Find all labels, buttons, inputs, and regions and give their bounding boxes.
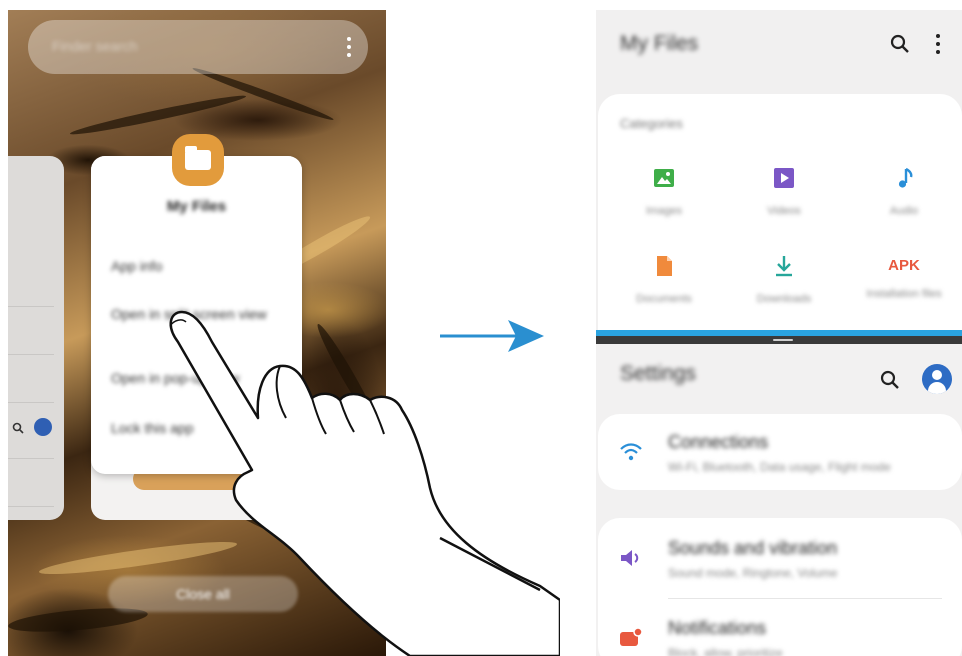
settings-window: Settings Connections Wi-Fi, Bluetooth, D… xyxy=(596,344,962,656)
search-icon[interactable] xyxy=(890,34,910,54)
row-divider xyxy=(8,506,54,507)
connections-card: Connections Wi-Fi, Bluetooth, Data usage… xyxy=(598,414,962,490)
speaker-icon xyxy=(621,550,639,566)
apk-icon: APK xyxy=(888,257,920,274)
row-divider xyxy=(668,598,942,599)
category-label: Audio xyxy=(889,205,919,217)
recent-apps-screen: Finder search My Files App info Open in … xyxy=(8,10,386,656)
row-divider xyxy=(8,354,54,355)
stage: Finder search My Files App info Open in … xyxy=(0,0,962,656)
folder-icon[interactable] xyxy=(172,134,224,186)
category-label: Downloads xyxy=(756,293,812,305)
popup-title: My Files xyxy=(166,198,227,215)
categories-header: Categories xyxy=(620,116,683,131)
previous-app-card[interactable] xyxy=(8,156,64,520)
document-icon xyxy=(657,256,672,276)
row-divider xyxy=(8,402,54,403)
more-options-icon[interactable] xyxy=(346,37,352,57)
category-videos[interactable]: Videos xyxy=(724,166,844,217)
category-audio[interactable]: Audio xyxy=(844,166,962,217)
music-note-icon xyxy=(898,167,913,188)
row-divider xyxy=(8,306,54,307)
wallpaper-streak xyxy=(68,91,248,139)
my-files-window: My Files Categories Images Videos Audio … xyxy=(596,10,962,332)
split-divider[interactable] xyxy=(596,336,962,344)
category-downloads[interactable]: Downloads xyxy=(724,254,844,305)
sounds-notifications-card: Sounds and vibration Sound mode, Rington… xyxy=(598,518,962,656)
category-label: Installation files xyxy=(866,288,942,300)
split-screen-view: My Files Categories Images Videos Audio … xyxy=(596,10,962,656)
category-documents[interactable]: Documents xyxy=(604,254,724,305)
video-icon xyxy=(774,168,794,188)
row-subtitle: Block, allow, prioritize xyxy=(668,646,783,656)
divider-handle[interactable] xyxy=(773,339,793,341)
avatar-icon xyxy=(34,418,52,436)
category-label: Images xyxy=(645,205,683,217)
finder-search-bar[interactable]: Finder search xyxy=(28,20,368,74)
menu-item-lock-app[interactable]: Lock this app xyxy=(111,418,281,438)
avatar-icon[interactable] xyxy=(922,364,952,394)
menu-item-open-split-screen[interactable]: Open in split screen view xyxy=(111,304,281,324)
row-title: Notifications xyxy=(668,618,767,638)
row-title: Connections xyxy=(668,432,769,452)
image-icon xyxy=(654,169,674,187)
row-subtitle: Sound mode, Ringtone, Volume xyxy=(668,566,838,580)
notification-icon xyxy=(620,627,643,646)
transition-arrow-icon xyxy=(440,320,544,352)
row-subtitle: Wi-Fi, Bluetooth, Data usage, Flight mod… xyxy=(668,460,891,474)
category-label: Videos xyxy=(767,205,801,217)
settings-row-sounds[interactable]: Sounds and vibration Sound mode, Rington… xyxy=(598,520,962,598)
page-title: Settings xyxy=(620,362,696,385)
wallpaper-streak xyxy=(312,321,384,431)
search-placeholder: Finder search xyxy=(52,38,138,54)
search-icon[interactable] xyxy=(880,370,900,390)
category-installation-files[interactable]: APK Installation files xyxy=(844,254,962,300)
wifi-icon xyxy=(620,443,642,461)
row-title: Sounds and vibration xyxy=(668,538,838,558)
search-icon xyxy=(12,422,24,434)
page-title: My Files xyxy=(620,32,699,55)
download-icon xyxy=(776,256,792,277)
wallpaper-streak xyxy=(37,536,239,580)
settings-row-notifications[interactable]: Notifications Block, allow, prioritize xyxy=(598,600,962,656)
category-label: Documents xyxy=(636,293,692,305)
settings-row-connections[interactable]: Connections Wi-Fi, Bluetooth, Data usage… xyxy=(598,414,962,492)
close-all-button[interactable]: Close all xyxy=(108,576,298,612)
menu-item-app-info[interactable]: App info xyxy=(111,256,281,276)
menu-item-open-pop-up[interactable]: Open in pop-up view xyxy=(111,368,281,388)
more-options-icon[interactable] xyxy=(935,34,941,54)
categories-card: Categories Images Videos Audio Documents… xyxy=(598,94,962,332)
app-options-menu: My Files App info Open in split screen v… xyxy=(91,156,302,474)
row-divider xyxy=(8,458,54,459)
category-images[interactable]: Images xyxy=(604,166,724,217)
